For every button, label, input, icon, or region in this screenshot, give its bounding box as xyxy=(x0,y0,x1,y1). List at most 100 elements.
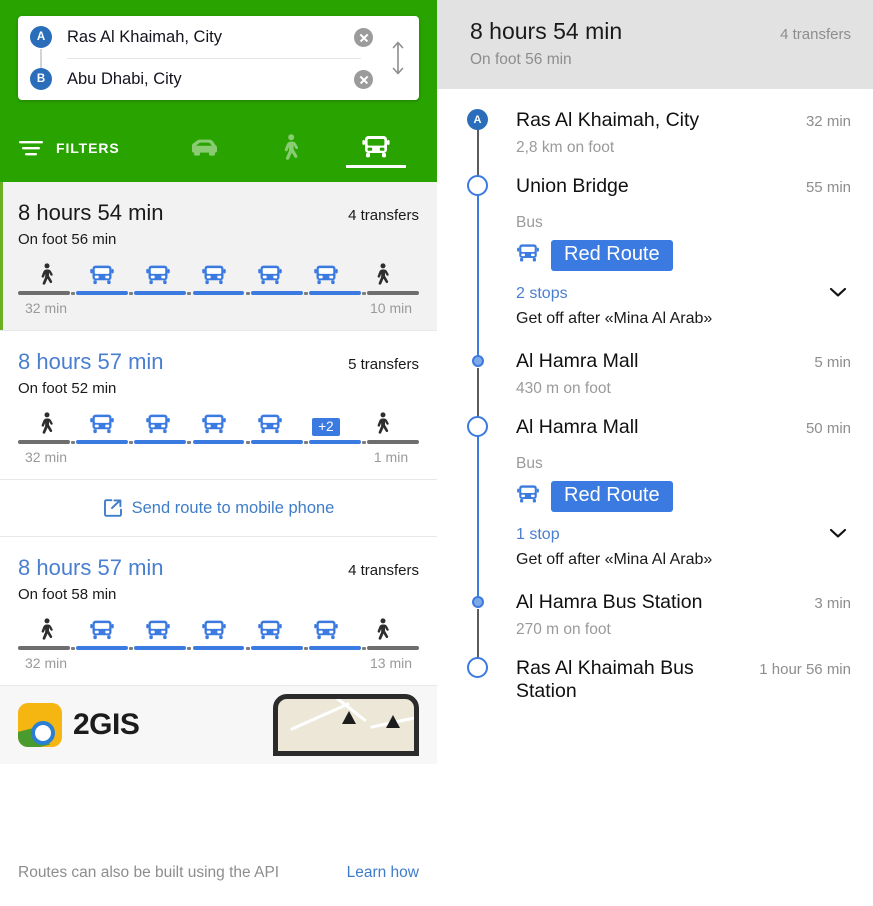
stops-expander[interactable]: 2 stops xyxy=(516,285,851,303)
segment-bar-walk xyxy=(18,646,70,650)
pedestrian-icon xyxy=(377,618,389,640)
segment-icon-walk xyxy=(18,616,74,642)
stop-name: Union Bridge xyxy=(516,174,629,197)
timeline-connector xyxy=(477,192,479,357)
chevron-down-icon[interactable] xyxy=(829,285,847,303)
promo-brand: 2GIS xyxy=(18,703,140,747)
segment-bar-bus xyxy=(309,291,361,295)
stop-walk-distance: 270 m on foot xyxy=(516,621,611,639)
segment-bar-walk xyxy=(367,440,419,444)
stop-duration: 1 hour 56 min xyxy=(759,661,851,679)
timeline-step[interactable]: Al Hamra Mall 5 min 430 m on foot xyxy=(437,350,851,422)
send-route-button[interactable]: Send route to mobile phone xyxy=(0,480,437,537)
stop-name: Al Hamra Bus Station xyxy=(516,591,703,614)
stop-name: Ras Al Khaimah Bus Station xyxy=(516,657,694,702)
app-promo-banner[interactable]: 2GIS xyxy=(0,686,437,764)
swap-vertical-icon[interactable] xyxy=(387,37,409,79)
segment-bar-bus xyxy=(134,646,187,650)
tab-pedestrian[interactable] xyxy=(247,126,333,168)
route-line-name[interactable]: Red Route xyxy=(551,481,673,513)
details-transfers: 4 transfers xyxy=(780,26,851,43)
bus-icon xyxy=(517,244,539,262)
route-option-card[interactable]: 8 hours 57 min 5 transfers On foot 52 min +… xyxy=(0,331,437,480)
segment-bar-bus xyxy=(192,291,245,295)
route-duration: 8 hours 54 min xyxy=(18,200,164,225)
destination-row[interactable]: B Abu Dhabi, City xyxy=(18,58,411,100)
timeline-marker-transfer xyxy=(472,596,484,609)
bus-icon xyxy=(258,265,282,284)
segment-icon-bus xyxy=(298,618,354,642)
segment-bar-bus xyxy=(192,646,245,650)
filter-icon xyxy=(19,141,43,156)
segment-icon-walk xyxy=(18,261,74,287)
stop-name: Al Hamra Mall xyxy=(516,350,639,373)
details-summary-header: 8 hours 54 min 4 transfers On foot 56 mi… xyxy=(437,0,873,89)
route-line-name[interactable]: Red Route xyxy=(551,240,673,272)
mode-toolbar: FILTERS xyxy=(18,112,419,168)
segment-icon-more: +2 xyxy=(298,417,354,436)
segment-icon-bus xyxy=(242,618,298,642)
route-transfers: 5 transfers xyxy=(348,356,419,373)
stop-duration: 50 min xyxy=(805,419,851,437)
stop-duration: 3 min xyxy=(814,595,851,613)
destination-input[interactable]: Abu Dhabi, City xyxy=(52,70,354,89)
search-card: A Ras Al Khaimah, City B Abu Dhabi, City xyxy=(18,16,419,100)
origin-input[interactable]: Ras Al Khaimah, City xyxy=(52,28,354,47)
timeline-step[interactable]: Al Hamra Bus Station 3 min 270 m on foot xyxy=(437,591,851,664)
timeline-connector xyxy=(477,433,479,598)
stops-expander[interactable]: 1 stop xyxy=(516,526,851,544)
routes-host-secondary: 8 hours 57 min 4 transfers On foot 58 min 3… xyxy=(0,537,437,686)
learn-how-link[interactable]: Learn how xyxy=(347,864,419,882)
route-line-row[interactable]: Red Route xyxy=(516,240,851,272)
bus-icon xyxy=(517,485,539,503)
segment-icon-bus xyxy=(186,618,242,642)
timeline-step[interactable]: Al Hamra Mall 50 min Bus Red Route 1 stop Get… xyxy=(437,415,851,598)
bus-icon xyxy=(314,265,338,284)
chevron-down-icon xyxy=(829,288,847,297)
segment-gap xyxy=(186,291,192,295)
segment-gap xyxy=(244,291,250,295)
segment-icon-walk xyxy=(18,410,74,436)
segment-icon-bus xyxy=(186,263,242,287)
route-option-card[interactable]: 8 hours 57 min 4 transfers On foot 58 min 3… xyxy=(0,537,437,686)
segment-bar-bus xyxy=(250,646,303,650)
chevron-down-icon[interactable] xyxy=(829,526,847,544)
route-line-row[interactable]: Red Route xyxy=(516,481,851,513)
route-end-time: 10 min xyxy=(369,300,413,316)
bus-icon xyxy=(516,483,540,510)
clear-destination-icon[interactable] xyxy=(354,69,373,89)
promo-app-name: 2GIS xyxy=(73,708,140,741)
stop-walk-distance: 430 m on foot xyxy=(516,379,611,397)
segment-gap xyxy=(186,646,192,650)
segment-bar-bus xyxy=(134,440,187,444)
origin-row[interactable]: A Ras Al Khaimah, City xyxy=(18,16,411,58)
timeline-marker-stop xyxy=(467,657,488,679)
clear-origin-icon[interactable] xyxy=(354,27,373,47)
route-duration: 8 hours 57 min xyxy=(18,349,164,374)
send-route-label: Send route to mobile phone xyxy=(131,498,335,517)
api-footer: Routes can also be built using the API L… xyxy=(0,840,437,906)
bus-icon xyxy=(146,265,170,284)
route-transfers: 4 transfers xyxy=(348,207,419,224)
get-off-instruction: Get off after «Mina Al Arab» xyxy=(516,310,713,328)
route-option-card[interactable]: 8 hours 54 min 4 transfers On foot 56 min 3… xyxy=(0,182,437,331)
timeline-marker-column xyxy=(467,350,489,422)
stop-name: Al Hamra Mall xyxy=(516,415,639,438)
segment-bar-bus xyxy=(309,440,361,444)
bus-icon xyxy=(362,136,390,158)
ab-connector xyxy=(40,49,42,68)
bus-icon xyxy=(146,620,170,639)
tab-public-transport[interactable] xyxy=(333,126,419,168)
route-options-list: 8 hours 54 min 4 transfers On foot 56 min 3… xyxy=(0,182,437,906)
timeline-marker-column xyxy=(467,657,489,742)
stops-count: 2 stops xyxy=(516,285,568,303)
bus-icon xyxy=(202,414,226,433)
timeline-step[interactable]: A Ras Al Khaimah, City 32 min 2,8 km on foo… xyxy=(437,89,851,181)
filters-button[interactable]: FILTERS xyxy=(18,128,120,168)
timeline-step[interactable]: Union Bridge 55 min Bus Red Route 2 stops Get… xyxy=(437,174,851,357)
tab-car[interactable] xyxy=(161,126,247,168)
details-duration: 8 hours 54 min xyxy=(470,18,623,44)
timeline-step[interactable]: Ras Al Khaimah Bus Station 1 hour 56 min xyxy=(437,657,851,742)
origin-marker-a: A xyxy=(30,26,52,48)
chevron-down-icon xyxy=(829,529,847,538)
